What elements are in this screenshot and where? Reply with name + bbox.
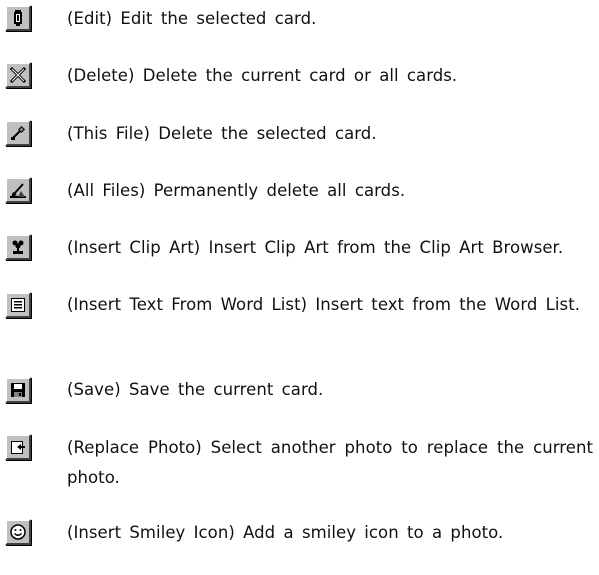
- item-description: (Save) Save the current card.: [67, 380, 324, 399]
- delete-button[interactable]: [5, 62, 31, 88]
- item-description: (Delete) Delete the current card or all …: [67, 66, 458, 85]
- insert-text-from-word-list-button[interactable]: [5, 292, 31, 318]
- delete-all-files-icon: [10, 183, 26, 198]
- replace-photo-icon: [11, 441, 25, 454]
- insert-clip-art-button[interactable]: [5, 234, 31, 260]
- replace-photo-button[interactable]: [5, 434, 31, 460]
- item-description: (All Files) Permanently delete all cards…: [67, 181, 406, 200]
- item-description: (Edit) Edit the selected card.: [67, 9, 317, 28]
- insert-clip-art-icon: [12, 240, 24, 254]
- save-icon: [11, 383, 25, 397]
- item-description: (Insert Smiley Icon) Add a smiley icon t…: [67, 523, 504, 542]
- insert-text-from-word-list-icon: [11, 298, 25, 312]
- save-button[interactable]: [5, 377, 31, 403]
- delete-this-file-icon: [11, 125, 26, 140]
- insert-smiley-icon-button[interactable]: [5, 519, 31, 545]
- edit-icon: [14, 10, 22, 26]
- item-description: (Insert Text From Word List) Insert text…: [67, 295, 581, 314]
- item-description: (This File) Delete the selected card.: [67, 124, 377, 143]
- smiley-icon: [10, 524, 26, 540]
- delete-icon: [9, 66, 27, 84]
- item-description: (Replace Photo) Select another photo to …: [67, 438, 593, 487]
- delete-all-files-button[interactable]: [5, 177, 31, 203]
- edit-button[interactable]: [5, 5, 31, 31]
- item-description: (Insert Clip Art) Insert Clip Art from t…: [67, 238, 564, 257]
- delete-this-file-button[interactable]: [5, 120, 31, 146]
